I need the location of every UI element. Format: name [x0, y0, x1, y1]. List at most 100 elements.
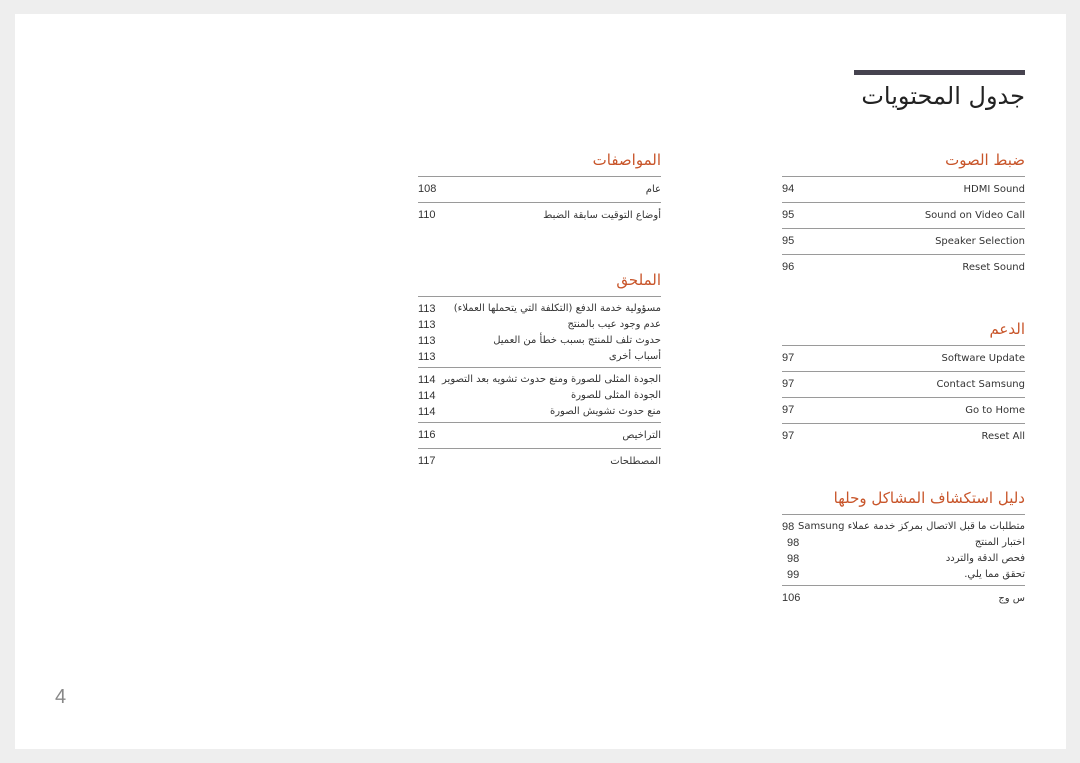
entry-page: 97 [782, 378, 795, 390]
toc-group: أوضاع التوقيت سابقة الضبط 110 [418, 202, 661, 228]
toc-group: عام 108 [418, 176, 661, 202]
toc-group: الجودة المثلى للصورة ومنع حدوث تشويه بعد… [418, 367, 661, 422]
toc-entry-contact-samsung[interactable]: Contact Samsung 97 [782, 374, 1025, 395]
entry-page: 114 [418, 390, 436, 402]
toc-group: Reset All 97 [782, 423, 1025, 449]
entry-page: 113 [418, 303, 436, 315]
toc-group: Contact Samsung 97 [782, 371, 1025, 397]
entry-label: HDMI Sound [963, 184, 1025, 195]
toc-subentry[interactable]: أسباب أخرى 113 [418, 349, 661, 365]
section-heading: المواصفات [592, 151, 661, 169]
entry-page: 113 [418, 351, 436, 363]
toc-entry[interactable]: س وج 106 [782, 588, 1025, 609]
entry-page: 106 [782, 592, 801, 604]
toc-group: س وج 106 [782, 585, 1025, 611]
entry-label: تحقق مما يلي. [964, 569, 1025, 580]
entry-label: الجودة المثلى للصورة ومنع حدوث تشويه بعد… [442, 374, 661, 385]
entry-page: 113 [418, 335, 436, 347]
toc-entry[interactable]: متطلبات ما قبل الاتصال بمركز خدمة عملاء … [782, 517, 1025, 535]
section-appendix: الملحق مسؤولية خدمة الدفع (التكلفة التي … [418, 270, 661, 474]
entry-label: المصطلحات [610, 456, 661, 467]
entry-page: 117 [418, 455, 436, 467]
toc-entry[interactable]: التراخيص 116 [418, 425, 661, 446]
toc-subentry[interactable]: منع حدوث تشويش الصورة 114 [418, 404, 661, 420]
toc-group: Software Update 97 [782, 345, 1025, 371]
entry-page: 97 [782, 404, 795, 416]
section-sound: ضبط الصوت HDMI Sound 94 Sound on Video Ca… [782, 150, 1025, 280]
entry-label: التراخيص [622, 430, 661, 441]
entry-label: Software Update [941, 353, 1025, 364]
toc-entry-sound-on-video-call[interactable]: Sound on Video Call 95 [782, 205, 1025, 226]
document-page: جدول المحتويات ضبط الصوت HDMI Sound 94 So… [15, 14, 1066, 749]
toc-subentry[interactable]: الجودة المثلى للصورة 114 [418, 388, 661, 404]
entry-label: الجودة المثلى للصورة [570, 390, 661, 401]
toc-subentry[interactable]: حدوث تلف للمنتج بسبب خطأ من العميل 113 [418, 333, 661, 349]
entry-label: س وج [998, 593, 1025, 604]
toc-group: مسؤولية خدمة الدفع (التكلفة التي يتحملها… [418, 296, 661, 367]
entry-label: عام [645, 184, 661, 195]
toc-subentry[interactable]: تحقق مما يلي. 99 [782, 567, 1025, 583]
entry-page: 96 [782, 261, 795, 273]
entry-label: Reset All [981, 431, 1025, 442]
title-accent-bar [854, 70, 1025, 75]
toc-group: Speaker Selection 95 [782, 228, 1025, 254]
entry-page: 95 [782, 209, 795, 221]
entry-page: 95 [782, 235, 795, 247]
toc-subentry[interactable]: اختبار المنتج 98 [782, 535, 1025, 551]
toc-group: HDMI Sound 94 [782, 176, 1025, 202]
toc-subentry[interactable]: فحص الدقة والتردد 98 [782, 551, 1025, 567]
toc-group: Go to Home 97 [782, 397, 1025, 423]
toc-entry-software-update[interactable]: Software Update 97 [782, 348, 1025, 369]
toc-entry-hdmi-sound[interactable]: HDMI Sound 94 [782, 179, 1025, 200]
entry-label: عدم وجود عيب بالمنتج [567, 319, 661, 330]
toc-group: Sound on Video Call 95 [782, 202, 1025, 228]
entry-page: 97 [782, 352, 795, 364]
toc-entry[interactable]: أوضاع التوقيت سابقة الضبط 110 [418, 205, 661, 226]
section-heading: دليل استكشاف المشاكل وحلها [833, 489, 1025, 507]
entry-label: Reset Sound [962, 262, 1025, 273]
entry-page: 98 [782, 521, 795, 533]
entry-label: اختبار المنتج [974, 537, 1025, 548]
toc-group: المصطلحات 117 [418, 448, 661, 474]
entry-label: Sound on Video Call [924, 210, 1025, 221]
entry-page: 116 [418, 429, 436, 441]
entry-page: 114 [418, 374, 436, 386]
entry-label: منع حدوث تشويش الصورة [549, 406, 661, 417]
toc-entry-reset-all[interactable]: Reset All 97 [782, 426, 1025, 447]
toc-group: متطلبات ما قبل الاتصال بمركز خدمة عملاء … [782, 514, 1025, 585]
toc-group: التراخيص 116 [418, 422, 661, 448]
toc-subentry[interactable]: عدم وجود عيب بالمنتج 113 [418, 317, 661, 333]
section-heading: الدعم [989, 320, 1025, 338]
section-heading: ضبط الصوت [945, 151, 1025, 169]
page-title: جدول المحتويات [861, 82, 1025, 110]
section-heading: الملحق [616, 271, 661, 289]
entry-label: أوضاع التوقيت سابقة الضبط [543, 210, 661, 221]
entry-page: 98 [787, 537, 800, 549]
entry-label: Speaker Selection [935, 236, 1025, 247]
entry-page: 99 [787, 569, 800, 581]
toc-entry[interactable]: عام 108 [418, 179, 661, 200]
entry-label: Contact Samsung [936, 379, 1025, 390]
toc-entry[interactable]: مسؤولية خدمة الدفع (التكلفة التي يتحملها… [418, 299, 661, 317]
toc-entry-speaker-selection[interactable]: Speaker Selection 95 [782, 231, 1025, 252]
entry-label: أسباب أخرى [608, 351, 661, 362]
entry-page: 110 [418, 209, 436, 221]
toc-entry[interactable]: المصطلحات 117 [418, 451, 661, 472]
toc-group: Reset Sound 96 [782, 254, 1025, 280]
entry-page: 97 [782, 430, 795, 442]
toc-entry-reset-sound[interactable]: Reset Sound 96 [782, 257, 1025, 278]
entry-page: 114 [418, 406, 436, 418]
entry-label: Go to Home [965, 405, 1025, 416]
entry-page: 98 [787, 553, 800, 565]
section-support: الدعم Software Update 97 Contact Samsung 9… [782, 319, 1025, 449]
page-number: 4 [55, 686, 67, 708]
section-specifications: المواصفات عام 108 أوضاع التوقيت سابقة الض… [418, 150, 661, 228]
entry-label: متطلبات ما قبل الاتصال بمركز خدمة عملاء … [797, 521, 1025, 532]
toc-entry-go-to-home[interactable]: Go to Home 97 [782, 400, 1025, 421]
entry-page: 94 [782, 183, 795, 195]
entry-label: فحص الدقة والتردد [945, 553, 1025, 564]
entry-page: 108 [418, 183, 437, 195]
entry-label: حدوث تلف للمنتج بسبب خطأ من العميل [493, 335, 661, 346]
toc-entry[interactable]: الجودة المثلى للصورة ومنع حدوث تشويه بعد… [418, 370, 661, 388]
entry-label: مسؤولية خدمة الدفع (التكلفة التي يتحملها… [453, 303, 661, 314]
